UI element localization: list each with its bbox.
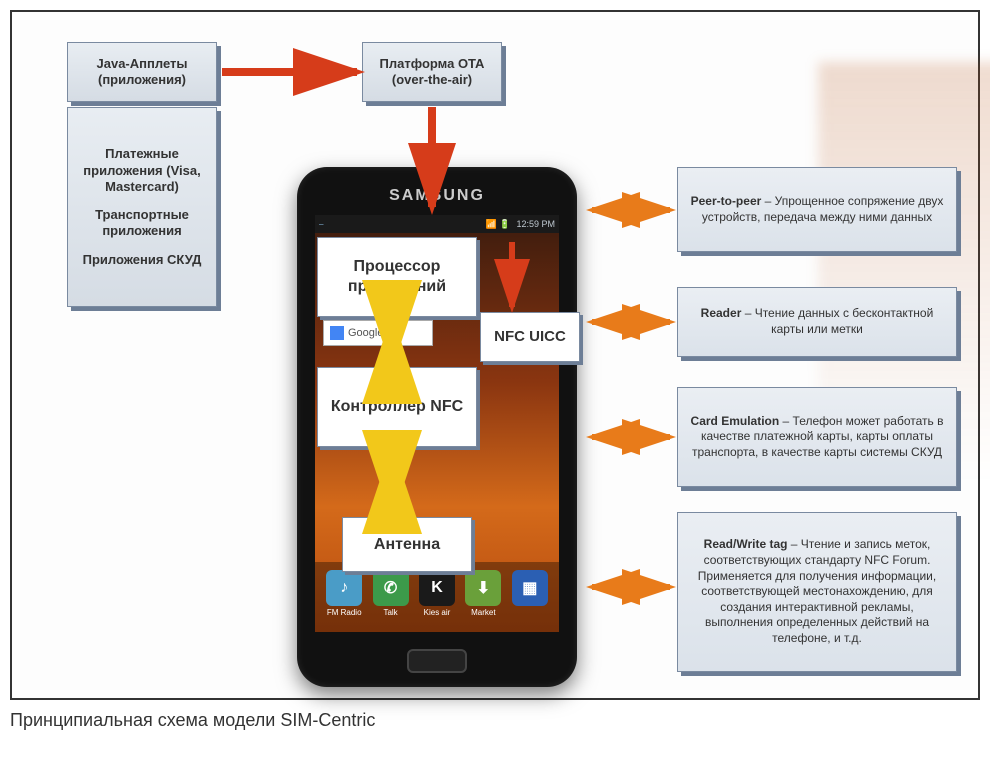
app-label: FM Radio [327,608,362,617]
box-nfc-uicc: NFC UICC [480,312,580,362]
status-icon-left: ⎯ [319,219,324,230]
line2: Транспортные приложения [74,207,210,240]
box-antenna: Антенна [342,517,472,572]
title: Card Emulation [691,414,780,428]
box-reader: Reader – Чтение данных с бесконтактной к… [677,287,957,357]
diagram-frame: Java-Апплеты (приложения) Платежные прил… [10,10,980,700]
text: – Чтение данных с бесконтактной карты ил… [741,306,933,336]
app-label: Talk [383,608,397,617]
line2: (over-the-air) [392,72,472,88]
line1: Платежные приложения (Visa, Mastercard) [74,146,210,195]
label: Java-Апплеты (приложения) [74,56,210,89]
box-ota-platform: Платформа OTA (over-the-air) [362,42,502,102]
dock-app-apps: ▦ [509,570,551,624]
status-icons: 📶 🔋 [486,219,511,230]
line3: Приложения СКУД [83,252,202,268]
title: Reader [701,306,742,320]
phone-google-search: Google [323,320,433,346]
phone-dock: ♪ FM Radio ✆ Talk K Kies air ⬇ Market ▦ [315,562,559,632]
dock-app-Kies air: K Kies air [416,570,458,624]
app-label: Kies air [424,608,451,617]
dock-app-Talk: ✆ Talk [370,570,412,624]
phone-home-button [407,649,467,673]
google-icon [330,326,344,340]
box-application-processor: Процессор приложений [317,237,477,317]
line1: Платформа OTA [380,56,485,72]
title: Peer-to-peer [691,194,762,208]
box-nfc-controller: Контроллер NFC [317,367,477,447]
label: Контроллер NFC [331,397,463,417]
text: – Чтение и запись меток, соответствующих… [698,537,936,645]
google-label: Google [348,327,383,339]
title: Read/Write tag [704,537,788,551]
app-icon: ✆ [373,570,409,606]
dock-app-Market: ⬇ Market [462,570,504,624]
phone-statusbar: ⎯ 📶 🔋 12:59 PM [315,215,559,233]
app-label: Market [471,608,495,617]
phone-brand: SAMSUNG [297,187,577,205]
box-applications-list: Платежные приложения (Visa, Mastercard) … [67,107,217,307]
box-java-applets: Java-Апплеты (приложения) [67,42,217,102]
box-peer-to-peer: Peer-to-peer – Упрощенное сопряжение дву… [677,167,957,252]
diagram-caption: Принципиальная схема модели SIM-Centric [10,710,375,731]
app-icon: ⬇ [465,570,501,606]
label: Антенна [374,535,440,555]
app-icon: K [419,570,455,606]
status-time: 12:59 PM [516,219,555,229]
app-icon: ♪ [326,570,362,606]
box-card-emulation: Card Emulation – Телефон может работать … [677,387,957,487]
label: Процессор приложений [324,257,470,297]
box-read-write-tag: Read/Write tag – Чтение и запись меток, … [677,512,957,672]
app-icon: ▦ [512,570,548,606]
label: NFC UICC [494,328,566,347]
dock-app-FM Radio: ♪ FM Radio [323,570,365,624]
